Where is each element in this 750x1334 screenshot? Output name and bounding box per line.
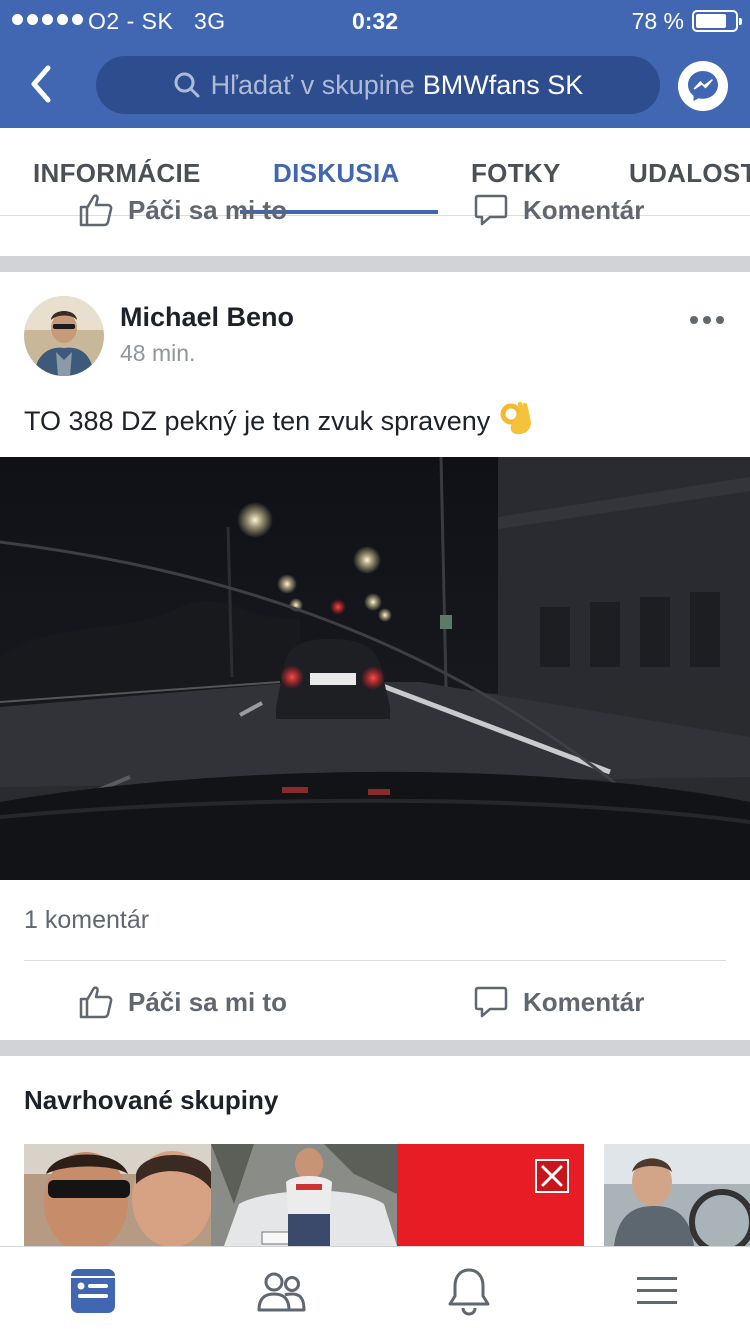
comment-button[interactable]: Komentár xyxy=(473,962,644,1042)
previous-comment-button[interactable]: Komentár xyxy=(473,192,644,240)
suggested-group-card[interactable] xyxy=(604,1144,750,1246)
previous-comment-label: Komentár xyxy=(523,194,645,225)
feed-separator xyxy=(0,256,750,272)
post-message: TO 388 DZ pekný je ten zvuk spraveny xyxy=(24,406,491,436)
thumbs-up-icon xyxy=(79,194,113,227)
messenger-button[interactable] xyxy=(678,61,728,111)
hamburger-menu-icon xyxy=(637,1277,677,1304)
comment-count[interactable]: 1 komentár xyxy=(24,906,149,935)
comment-label: Komentár xyxy=(523,986,645,1017)
groups-tab[interactable] xyxy=(254,1265,308,1317)
search-icon xyxy=(174,72,200,98)
messenger-icon xyxy=(688,71,718,101)
battery-icon xyxy=(692,10,742,32)
top-bar: O2 - SK 3G 0:32 78 % Hľadať v skupine BM… xyxy=(0,0,750,128)
post-actions: Páči sa mi to Komentár xyxy=(0,962,750,1042)
tab-fotky[interactable]: FOTKY xyxy=(471,158,561,189)
status-bar: O2 - SK 3G 0:32 78 % xyxy=(0,0,750,40)
comment-icon xyxy=(474,986,508,1018)
chevron-left-icon xyxy=(31,65,51,103)
post-time[interactable]: 48 min. xyxy=(120,340,195,367)
tab-informacie[interactable]: INFORMÁCIE xyxy=(33,158,201,189)
search-group-name: BMWfans SK xyxy=(422,69,584,100)
news-feed-icon xyxy=(71,1269,115,1313)
groups-icon xyxy=(257,1272,306,1312)
tab-diskusia[interactable]: DISKUSIA xyxy=(273,158,400,189)
thumbs-up-icon xyxy=(79,986,113,1019)
comment-icon xyxy=(474,194,508,226)
feed-separator xyxy=(0,1040,750,1056)
previous-post-actions: Páči sa mi to Komentár xyxy=(0,192,750,252)
post-divider xyxy=(24,960,726,961)
more-options-icon[interactable] xyxy=(690,316,724,324)
post-text: TO 388 DZ pekný je ten zvuk spraveny xyxy=(24,400,534,443)
like-button[interactable]: Páči sa mi to xyxy=(78,962,287,1042)
author-avatar[interactable] xyxy=(24,296,104,376)
suggested-groups-title: Navrhované skupiny xyxy=(24,1085,279,1115)
previous-like-label: Páči sa mi to xyxy=(128,194,287,225)
battery-percentage: 78 % xyxy=(631,8,684,34)
notifications-tab[interactable] xyxy=(442,1265,496,1317)
post-author[interactable]: Michael Beno xyxy=(120,302,294,333)
group-search-bar[interactable]: Hľadať v skupine BMWfans SK xyxy=(96,56,660,114)
suggested-groups-carousel xyxy=(0,1144,750,1246)
bottom-tab-bar xyxy=(0,1246,750,1334)
menu-tab[interactable] xyxy=(630,1265,684,1317)
feed-post: Michael Beno 48 min. TO 388 DZ pekný je … xyxy=(0,272,750,1040)
bell-icon xyxy=(448,1268,490,1316)
news-feed-tab[interactable] xyxy=(66,1265,120,1317)
previous-like-button[interactable]: Páči sa mi to xyxy=(78,192,287,240)
search-placeholder: Hľadať v skupine xyxy=(210,69,415,100)
like-label: Páči sa mi to xyxy=(128,986,287,1017)
tab-udalosti[interactable]: UDALOSTI xyxy=(629,158,750,189)
post-photo[interactable] xyxy=(0,457,750,880)
ok-hand-icon xyxy=(500,400,534,443)
back-button[interactable] xyxy=(22,62,62,106)
suggested-group-card[interactable] xyxy=(24,1144,584,1246)
close-icon[interactable] xyxy=(535,1159,569,1193)
